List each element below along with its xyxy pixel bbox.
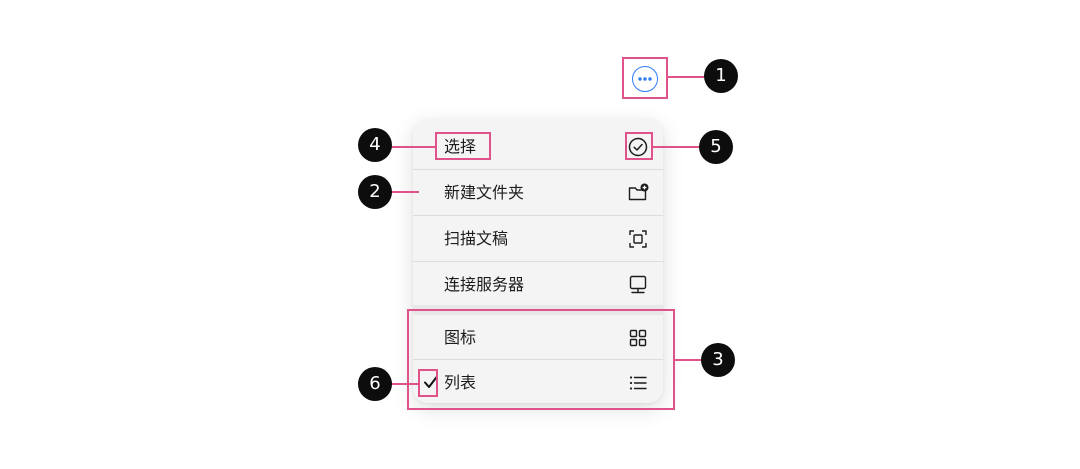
callout-box-view-options: [407, 309, 675, 410]
menu-item-label: 新建文件夹: [444, 183, 525, 202]
menu-item-label: 扫描文稿: [444, 229, 509, 248]
menu-item-scan-document[interactable]: 扫描文稿: [413, 216, 663, 261]
callout-badge-6: 6: [358, 367, 392, 401]
menu-item-label: 连接服务器: [444, 275, 525, 294]
callout-badge-3: 3: [701, 343, 735, 377]
callout-badge-5: 5: [699, 130, 733, 164]
callout-badge-4: 4: [358, 128, 392, 162]
menu-item-connect-server[interactable]: 连接服务器: [413, 262, 663, 307]
callout-badge-1: 1: [704, 59, 738, 93]
callout-line: [385, 146, 435, 148]
menu-item-new-folder[interactable]: 新建文件夹: [413, 170, 663, 215]
callout-box-select-icon: [625, 132, 653, 160]
scan-document-icon: [629, 230, 647, 248]
callout-box-select-label: [435, 132, 491, 160]
callout-box-more-button: [622, 57, 668, 99]
callout-box-checkmark: [418, 369, 438, 397]
connect-server-icon: [629, 275, 647, 294]
callout-line: [653, 146, 700, 148]
new-folder-icon: [628, 183, 649, 201]
callout-badge-2: 2: [358, 175, 392, 209]
